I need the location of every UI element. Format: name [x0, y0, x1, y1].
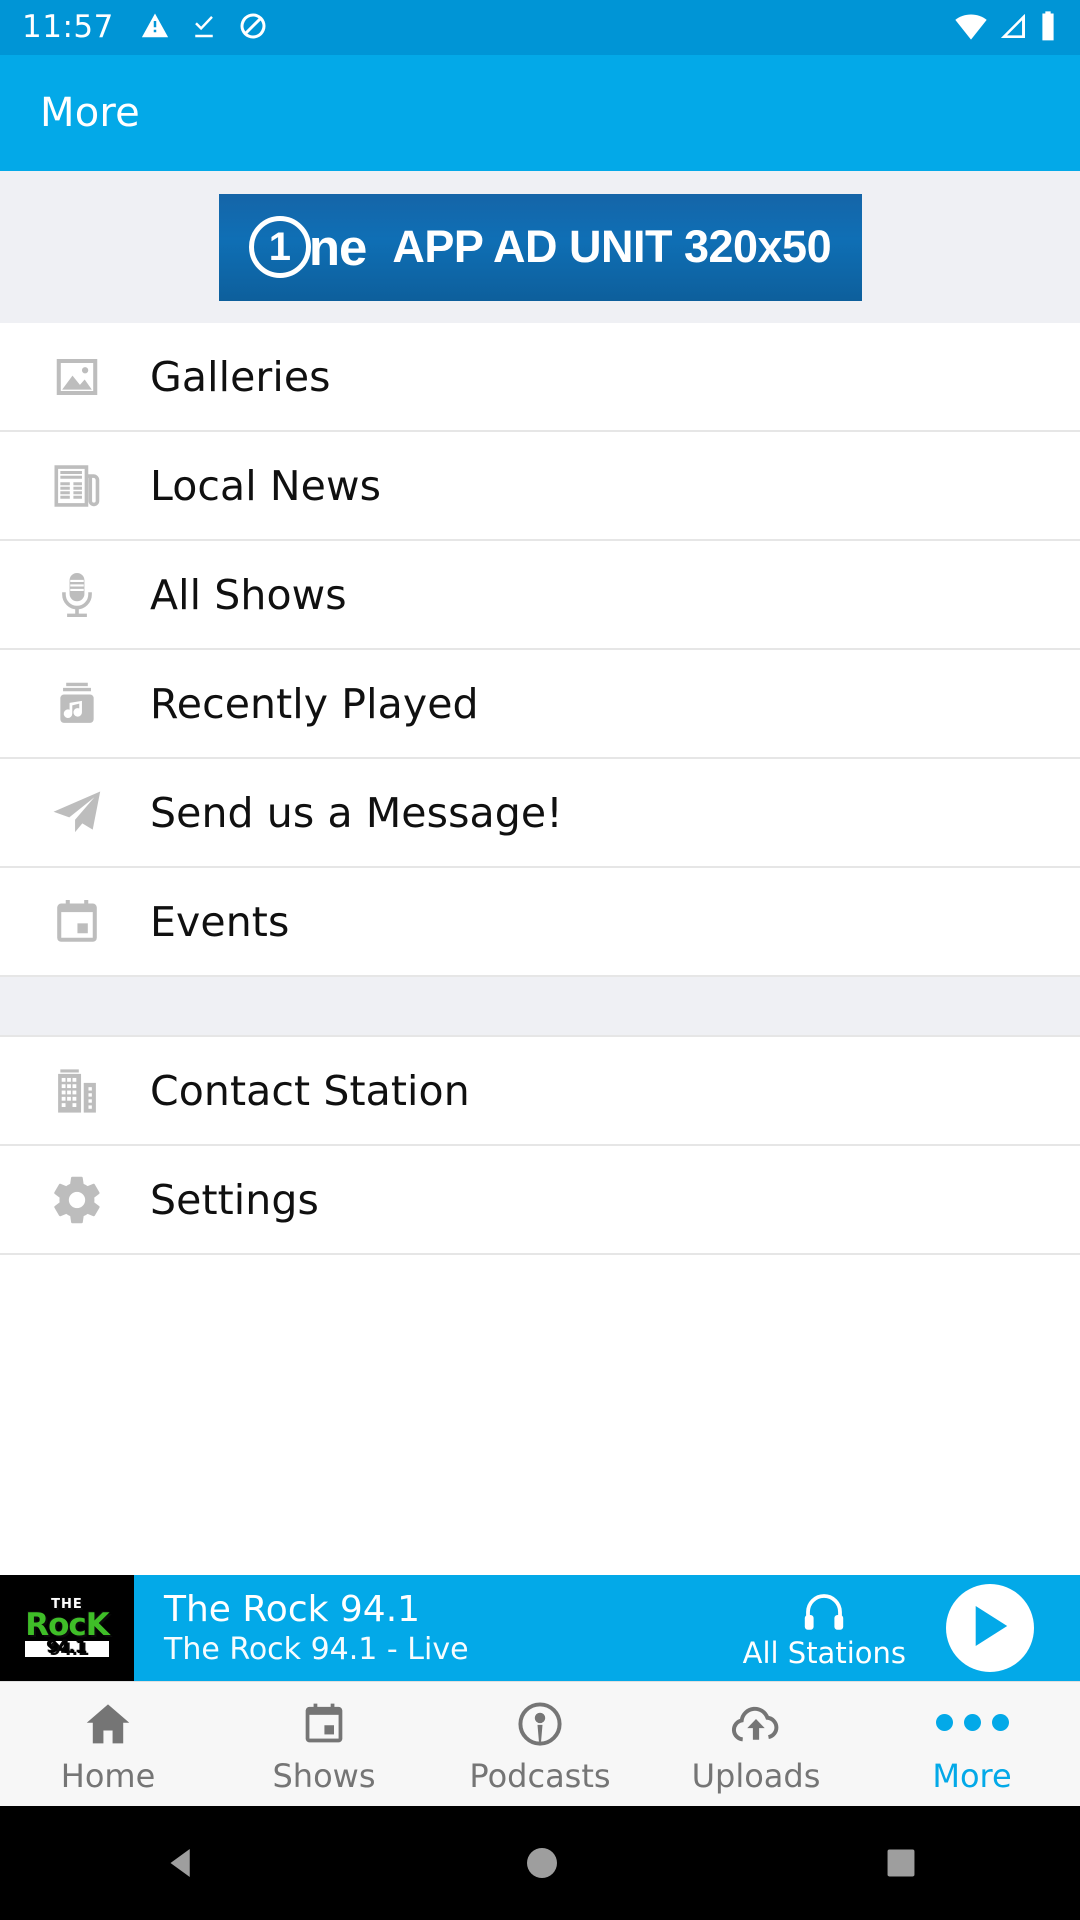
microphone-icon — [46, 564, 108, 626]
home-icon[interactable] — [522, 1843, 562, 1883]
music-album-icon — [46, 673, 108, 735]
home-icon — [83, 1697, 133, 1749]
menu-item-label: Recently Played — [150, 679, 479, 728]
recents-icon[interactable] — [882, 1844, 920, 1882]
cellular-signal-icon — [997, 11, 1029, 45]
now-playing-info: The Rock 94.1 The Rock 94.1 - Live — [164, 1590, 469, 1667]
now-playing-title: The Rock 94.1 — [164, 1588, 421, 1630]
more-menu-list: Galleries Local News All Shows Recently … — [0, 323, 1080, 1575]
nav-item-label: Podcasts — [469, 1756, 611, 1795]
ad-region: 1 ne APP AD UNIT 320x50 — [0, 171, 1080, 323]
now-playing-bar[interactable]: THE RocK 94.1 The Rock 94.1 The Rock 94.… — [0, 1575, 1080, 1681]
dot — [991, 1714, 1009, 1731]
newspaper-icon — [46, 455, 108, 517]
download-done-icon — [189, 11, 219, 45]
paper-plane-icon — [46, 782, 108, 844]
menu-item-settings[interactable]: Settings — [0, 1146, 1080, 1255]
status-right-icons — [954, 10, 1058, 46]
headphones-icon — [799, 1589, 849, 1637]
ad-logo-digit: 1 — [248, 216, 311, 278]
cloud-upload-icon — [729, 1697, 783, 1749]
nav-item-home[interactable]: Home — [0, 1682, 216, 1806]
station-artwork: THE RocK 94.1 — [0, 1575, 134, 1681]
gear-icon — [46, 1169, 108, 1231]
status-time: 11:57 — [22, 9, 114, 45]
back-icon[interactable] — [160, 1842, 202, 1884]
menu-item-label: Galleries — [150, 352, 331, 401]
wifi-icon — [954, 11, 988, 45]
nav-item-label: More — [932, 1756, 1012, 1795]
menu-item-events[interactable]: Events — [0, 868, 1080, 977]
artwork-freq: 94.1 — [25, 1640, 109, 1658]
podcast-icon — [515, 1697, 565, 1749]
play-button[interactable] — [946, 1584, 1034, 1672]
system-navigation-bar — [0, 1806, 1080, 1920]
station-artwork-text: THE RocK 94.1 — [25, 1598, 110, 1658]
status-left-icons — [140, 11, 268, 45]
menu-item-label: Settings — [150, 1175, 319, 1224]
warning-icon — [140, 11, 170, 45]
dot — [963, 1714, 981, 1731]
play-icon — [969, 1603, 1011, 1653]
menu-item-recently-played[interactable]: Recently Played — [0, 650, 1080, 759]
all-stations-label: All Stations — [742, 1635, 906, 1670]
building-icon — [46, 1060, 108, 1122]
nav-item-podcasts[interactable]: Podcasts — [432, 1682, 648, 1806]
now-playing-subtitle: The Rock 94.1 - Live — [164, 1632, 469, 1668]
all-stations-button[interactable]: All Stations — [743, 1589, 906, 1668]
more-dots-icon — [935, 1697, 1009, 1749]
calendar-icon — [46, 891, 108, 953]
app-bar: More — [0, 55, 1080, 171]
nav-item-more[interactable]: More — [864, 1682, 1080, 1806]
nav-item-label: Shows — [272, 1756, 376, 1795]
menu-section-divider — [0, 977, 1080, 1037]
menu-item-all-shows[interactable]: All Shows — [0, 541, 1080, 650]
menu-item-label: Events — [150, 897, 290, 946]
ad-logo-suffix: ne — [308, 218, 368, 276]
menu-item-label: Local News — [150, 461, 382, 510]
nav-item-label: Home — [60, 1756, 156, 1795]
calendar-icon — [299, 1697, 349, 1749]
page-title: More — [40, 90, 140, 136]
menu-item-label: Contact Station — [150, 1066, 470, 1115]
ad-logo: 1 ne — [248, 216, 368, 278]
menu-item-label: Send us a Message! — [150, 788, 563, 837]
do-not-disturb-icon — [238, 11, 268, 45]
nav-item-uploads[interactable]: Uploads — [648, 1682, 864, 1806]
image-icon — [46, 346, 108, 408]
nav-item-shows[interactable]: Shows — [216, 1682, 432, 1806]
dot — [935, 1714, 953, 1731]
menu-item-galleries[interactable]: Galleries — [0, 323, 1080, 432]
menu-item-local-news[interactable]: Local News — [0, 432, 1080, 541]
nav-item-label: Uploads — [691, 1756, 821, 1795]
bottom-navigation: Home Shows Podcasts Uploads More — [0, 1681, 1080, 1806]
ad-banner[interactable]: 1 ne APP AD UNIT 320x50 — [218, 193, 862, 301]
menu-item-contact-station[interactable]: Contact Station — [0, 1037, 1080, 1146]
app-screen: 11:57 More 1 ne APP AD UNIT 320x50 Galle… — [0, 0, 1080, 1920]
menu-item-send-message[interactable]: Send us a Message! — [0, 759, 1080, 868]
ad-text: APP AD UNIT 320x50 — [392, 221, 832, 272]
menu-item-label: All Shows — [150, 570, 347, 619]
battery-icon — [1038, 10, 1058, 46]
status-bar: 11:57 — [0, 0, 1080, 55]
